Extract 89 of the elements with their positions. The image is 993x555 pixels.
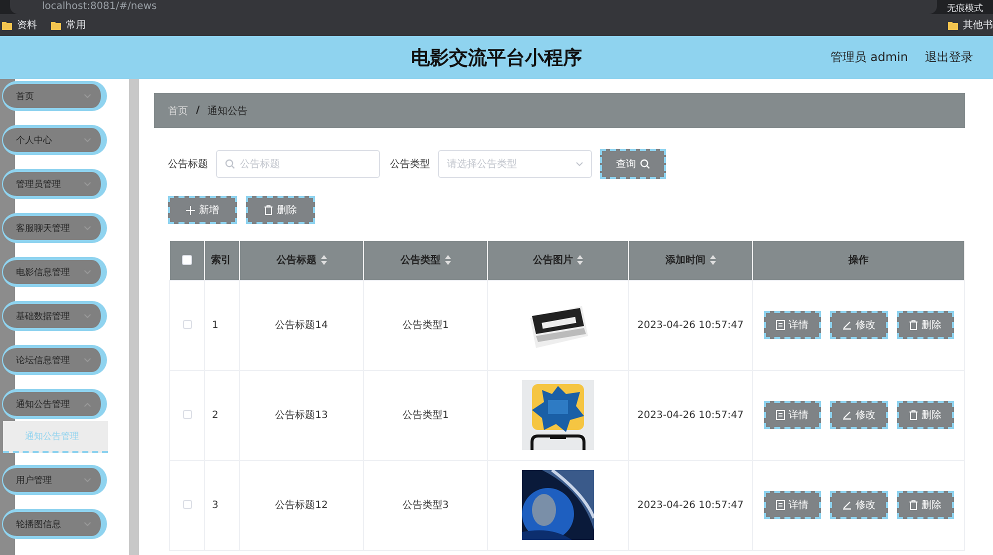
column-header: 添加时间 (666, 254, 706, 268)
folder-icon (51, 20, 61, 30)
details-button[interactable]: 详情 (764, 401, 820, 429)
sidebar-item[interactable]: 首页 (2, 81, 107, 111)
checkbox[interactable] (182, 320, 192, 330)
pencil-icon (842, 320, 852, 330)
search-icon (225, 159, 235, 169)
sort-icon[interactable] (444, 255, 450, 266)
delete-button[interactable]: 删除 (896, 401, 954, 429)
chevron-icon (84, 522, 91, 526)
column-header: 操作 (848, 254, 868, 268)
checkbox[interactable] (182, 500, 192, 510)
edit-button[interactable]: 修改 (830, 491, 888, 519)
scrollbar[interactable] (129, 79, 139, 555)
folder-icon (2, 20, 12, 30)
table-cell: 1 (204, 280, 240, 370)
sort-icon[interactable] (577, 255, 583, 266)
sidebar-item[interactable]: 管理员管理 (2, 169, 107, 199)
query-button[interactable]: 查询 (600, 149, 666, 179)
chevron-icon (84, 358, 91, 362)
bookmark[interactable]: 其他书 (948, 18, 993, 32)
table-cell: 2 (204, 370, 240, 460)
table-cell: 2023-04-26 10:57:47 (628, 280, 752, 370)
plus-icon (186, 206, 195, 214)
breadcrumb-separator: / (196, 105, 200, 116)
delete-button[interactable]: 删除 (896, 491, 954, 519)
chevron-icon (84, 226, 91, 230)
column-header: 公告图片 (533, 254, 573, 268)
table-cell: 公告标题12 (240, 460, 364, 550)
breadcrumb-item[interactable]: 通知公告 (208, 104, 248, 118)
table-cell: 2023-04-26 10:57:47 (628, 460, 752, 550)
trash-icon (908, 500, 918, 510)
chevron-icon (84, 182, 91, 186)
table-cell: 公告类型1 (364, 280, 488, 370)
column-header: 公告标题 (276, 254, 316, 268)
sidebar-item[interactable]: 论坛信息管理 (2, 345, 107, 375)
bookmark[interactable]: 资料 (2, 18, 37, 32)
chevron-icon (84, 478, 91, 482)
delete-button[interactable]: 删除 (896, 311, 954, 339)
pencil-icon (842, 500, 852, 510)
document-icon (776, 500, 784, 510)
table-cell: 公告类型1 (364, 370, 488, 460)
sort-icon[interactable] (710, 255, 716, 266)
trash-icon (264, 205, 273, 215)
field-label: 公告标题 (168, 158, 208, 171)
search-icon (640, 159, 650, 169)
sidebar-item[interactable]: 个人中心 (2, 125, 107, 155)
delete-button[interactable]: 删除 (246, 196, 315, 224)
edit-button[interactable]: 修改 (830, 311, 888, 339)
breadcrumb-item[interactable]: 首页 (168, 104, 188, 118)
trash-icon (908, 410, 918, 420)
address-bar-url[interactable]: localhost:8081/#/news (42, 2, 157, 12)
checkbox[interactable] (182, 255, 192, 266)
bookmark[interactable]: 常用 (51, 18, 86, 32)
user-label: 管理员 admin (830, 49, 908, 66)
field-label: 公告类型 (390, 158, 430, 171)
table-cell: 公告类型3 (364, 460, 488, 550)
sidebar-item[interactable]: 用户管理 (2, 465, 107, 495)
app-title: 电影交流平台小程序 (411, 46, 582, 70)
sidebar-item[interactable]: 电影信息管理 (2, 257, 107, 287)
add-button[interactable]: 新增 (168, 196, 237, 224)
details-button[interactable]: 详情 (764, 311, 820, 339)
sidebar-item[interactable]: 基础数据管理 (2, 301, 107, 331)
chevron-icon (84, 94, 91, 98)
trash-icon (908, 320, 918, 330)
table-cell: 公告标题13 (240, 370, 364, 460)
details-button[interactable]: 详情 (764, 491, 820, 519)
chevron-icon (84, 270, 91, 274)
document-icon (776, 410, 784, 420)
table-cell: 公告标题14 (240, 280, 364, 370)
pencil-icon (842, 410, 852, 420)
table-cell: 3 (204, 460, 240, 550)
table-cell: 2023-04-26 10:57:47 (628, 370, 752, 460)
edit-button[interactable]: 修改 (830, 401, 888, 429)
incognito-label: 无痕模式 (947, 4, 983, 14)
folder-icon (948, 20, 958, 30)
checkbox[interactable] (182, 410, 192, 420)
document-icon (776, 320, 784, 330)
sidebar-item[interactable]: 客服聊天管理 (2, 213, 107, 243)
chevron-icon (84, 402, 91, 406)
column-header: 索引 (211, 254, 231, 268)
chevron-icon (576, 162, 583, 166)
column-header: 公告类型 (400, 254, 440, 268)
sort-icon[interactable] (320, 255, 326, 266)
chevron-icon (84, 314, 91, 318)
sidebar-item[interactable]: 通知公告管理 (2, 389, 107, 419)
chevron-icon (84, 138, 91, 142)
logout-link[interactable]: 退出登录 (925, 49, 973, 66)
sidebar-item[interactable]: 轮播图信息 (2, 509, 107, 539)
